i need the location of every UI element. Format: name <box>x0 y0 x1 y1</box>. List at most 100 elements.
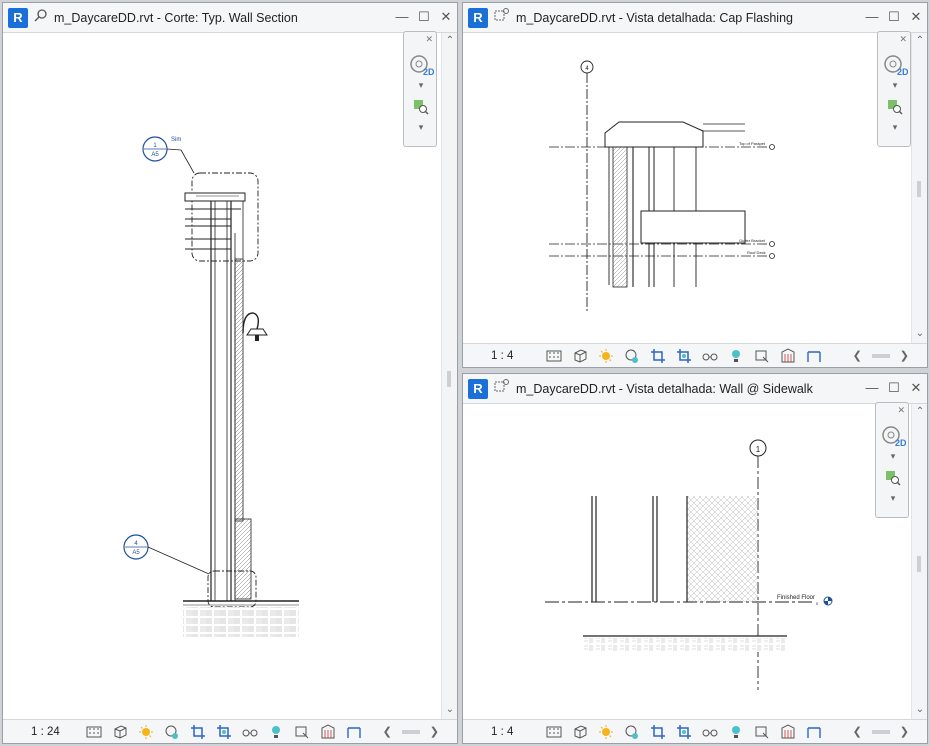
temporary-hide-icon[interactable] <box>701 723 718 740</box>
sun-path-icon[interactable] <box>137 723 154 740</box>
shadows-icon[interactable] <box>623 347 640 364</box>
navbar-close-icon[interactable]: ✕ <box>897 405 905 416</box>
drawing-canvas[interactable]: 4 Top of Parapet Gutter Bracket Roof Dec… <box>463 33 911 345</box>
sun-path-icon[interactable] <box>597 347 614 364</box>
level-head[interactable]: Top of Parapet <box>739 141 775 150</box>
scroll-left-icon[interactable]: ❮ <box>853 349 862 362</box>
detail-level-icon[interactable] <box>85 723 102 740</box>
crop-view-icon[interactable] <box>189 723 206 740</box>
horizontal-scrollbar[interactable]: ❮ ❯ <box>853 349 909 362</box>
horizontal-scrollbar[interactable]: ❮ ❯ <box>383 725 439 738</box>
reveal-hidden-icon[interactable] <box>267 723 284 740</box>
scroll-thumb[interactable] <box>871 729 890 734</box>
scroll-left-icon[interactable]: ❮ <box>383 725 392 738</box>
view-control-bar[interactable]: 1 : 24 ❮ ❯ <box>3 719 457 743</box>
scroll-right-icon[interactable]: ❯ <box>900 349 909 362</box>
horizontal-scrollbar[interactable]: ❮ ❯ <box>853 725 909 738</box>
shadows-icon[interactable] <box>623 723 640 740</box>
reveal-hidden-icon[interactable] <box>727 723 744 740</box>
view-window-wall-section[interactable]: R m_DaycareDD.rvt - Corte: Typ. Wall Sec… <box>2 2 458 744</box>
scroll-up-icon[interactable]: ⌃ <box>442 35 457 46</box>
scroll-thumb[interactable] <box>917 556 921 572</box>
show-crop-icon[interactable] <box>675 723 692 740</box>
highlight-displacement-icon[interactable] <box>345 723 362 740</box>
view-titlebar[interactable]: R m_DaycareDD.rvt - Corte: Typ. Wall Sec… <box>3 3 457 33</box>
reveal-hidden-icon[interactable] <box>727 347 744 364</box>
minimize-icon[interactable]: — <box>865 9 879 25</box>
minimize-icon[interactable]: — <box>865 380 879 396</box>
temporary-hide-icon[interactable] <box>241 723 258 740</box>
show-crop-icon[interactable] <box>215 723 232 740</box>
callout-tag[interactable]: 4 A5 <box>123 534 210 575</box>
chevron-down-icon[interactable]: ▾ <box>880 451 906 462</box>
navigation-bar[interactable]: ✕ 2D ▾ ▾ <box>875 402 909 518</box>
detail-level-icon[interactable] <box>545 347 562 364</box>
sun-path-icon[interactable] <box>597 723 614 740</box>
scroll-right-icon[interactable]: ❯ <box>430 725 439 738</box>
temporary-properties-icon[interactable] <box>753 723 770 740</box>
chevron-down-icon[interactable]: ▾ <box>408 80 434 91</box>
shadows-icon[interactable] <box>163 723 180 740</box>
visual-style-icon[interactable] <box>571 347 588 364</box>
steering-wheel-icon[interactable]: 2D <box>408 54 435 81</box>
close-icon[interactable]: ✕ <box>909 380 923 396</box>
minimize-icon[interactable]: — <box>395 9 409 25</box>
show-crop-icon[interactable] <box>675 347 692 364</box>
drawing-canvas[interactable]: 1 A5 Sim 4 A5 <box>3 33 441 721</box>
highlight-displacement-icon[interactable] <box>805 723 822 740</box>
level-head[interactable]: Finished Floor 0 <box>777 595 833 606</box>
close-icon[interactable]: ✕ <box>439 9 453 25</box>
scroll-right-icon[interactable]: ❯ <box>900 725 909 738</box>
crop-view-icon[interactable] <box>649 347 666 364</box>
drawing-canvas[interactable]: 1 Finished Floor 0 <box>463 404 911 721</box>
navbar-close-icon[interactable]: ✕ <box>425 34 433 45</box>
restore-icon[interactable]: ☐ <box>887 9 901 25</box>
view-window-cap-flashing[interactable]: R m_DaycareDD.rvt - Vista detalhada: Cap… <box>462 2 928 368</box>
scroll-down-icon[interactable]: ⌄ <box>442 704 457 715</box>
view-scale[interactable]: 1 : 24 <box>3 726 83 738</box>
detail-level-icon[interactable] <box>545 723 562 740</box>
scroll-thumb[interactable] <box>871 353 890 358</box>
scroll-up-icon[interactable]: ⌃ <box>912 406 927 417</box>
scroll-thumb[interactable] <box>447 371 451 387</box>
analytical-model-icon[interactable] <box>779 347 796 364</box>
vertical-scrollbar[interactable]: ⌃ ⌄ <box>911 33 927 343</box>
view-titlebar[interactable]: R m_DaycareDD.rvt - Vista detalhada: Wal… <box>463 374 927 404</box>
view-window-wall-sidewalk[interactable]: R m_DaycareDD.rvt - Vista detalhada: Wal… <box>462 373 928 744</box>
vertical-scrollbar[interactable]: ⌃ ⌄ <box>441 33 457 719</box>
scroll-up-icon[interactable]: ⌃ <box>912 35 927 46</box>
restore-icon[interactable]: ☐ <box>417 9 431 25</box>
scroll-down-icon[interactable]: ⌄ <box>912 328 927 339</box>
visual-style-icon[interactable] <box>111 723 128 740</box>
analytical-model-icon[interactable] <box>319 723 336 740</box>
temporary-properties-icon[interactable] <box>293 723 310 740</box>
restore-icon[interactable]: ☐ <box>887 380 901 396</box>
crop-view-icon[interactable] <box>649 723 666 740</box>
temporary-properties-icon[interactable] <box>753 347 770 364</box>
view-titlebar[interactable]: R m_DaycareDD.rvt - Vista detalhada: Cap… <box>463 3 927 33</box>
visual-style-icon[interactable] <box>571 723 588 740</box>
view-scale[interactable]: 1 : 4 <box>463 350 543 362</box>
scroll-left-icon[interactable]: ❮ <box>853 725 862 738</box>
level-head[interactable]: Gutter Bracket <box>739 238 775 247</box>
steering-wheel-icon[interactable]: 2D <box>880 425 907 452</box>
view-scale[interactable]: 1 : 4 <box>463 726 543 738</box>
scroll-thumb[interactable] <box>917 181 921 197</box>
view-control-bar[interactable]: 1 : 4 ❮ ❯ <box>463 343 927 367</box>
temporary-hide-icon[interactable] <box>701 347 718 364</box>
level-head[interactable]: Roof Deck <box>747 250 775 259</box>
scroll-down-icon[interactable]: ⌄ <box>912 704 927 715</box>
view-control-bar[interactable]: 1 : 4 ❮ ❯ <box>463 719 927 743</box>
scroll-thumb[interactable] <box>401 729 420 734</box>
zoom-region-icon[interactable] <box>882 98 908 121</box>
chevron-down-icon[interactable]: ▾ <box>882 122 908 133</box>
grid-line-4[interactable]: 4 <box>580 60 594 311</box>
chevron-down-icon[interactable]: ▾ <box>408 122 434 133</box>
analytical-model-icon[interactable] <box>779 723 796 740</box>
zoom-region-icon[interactable] <box>408 98 434 121</box>
vertical-scrollbar[interactable]: ⌃ ⌄ <box>911 404 927 719</box>
close-icon[interactable]: ✕ <box>909 9 923 25</box>
callout-tag[interactable]: 1 A5 Sim <box>142 136 195 174</box>
navigation-bar[interactable]: ✕ 2D ▾ ▾ <box>877 31 911 147</box>
zoom-region-icon[interactable] <box>880 469 906 492</box>
